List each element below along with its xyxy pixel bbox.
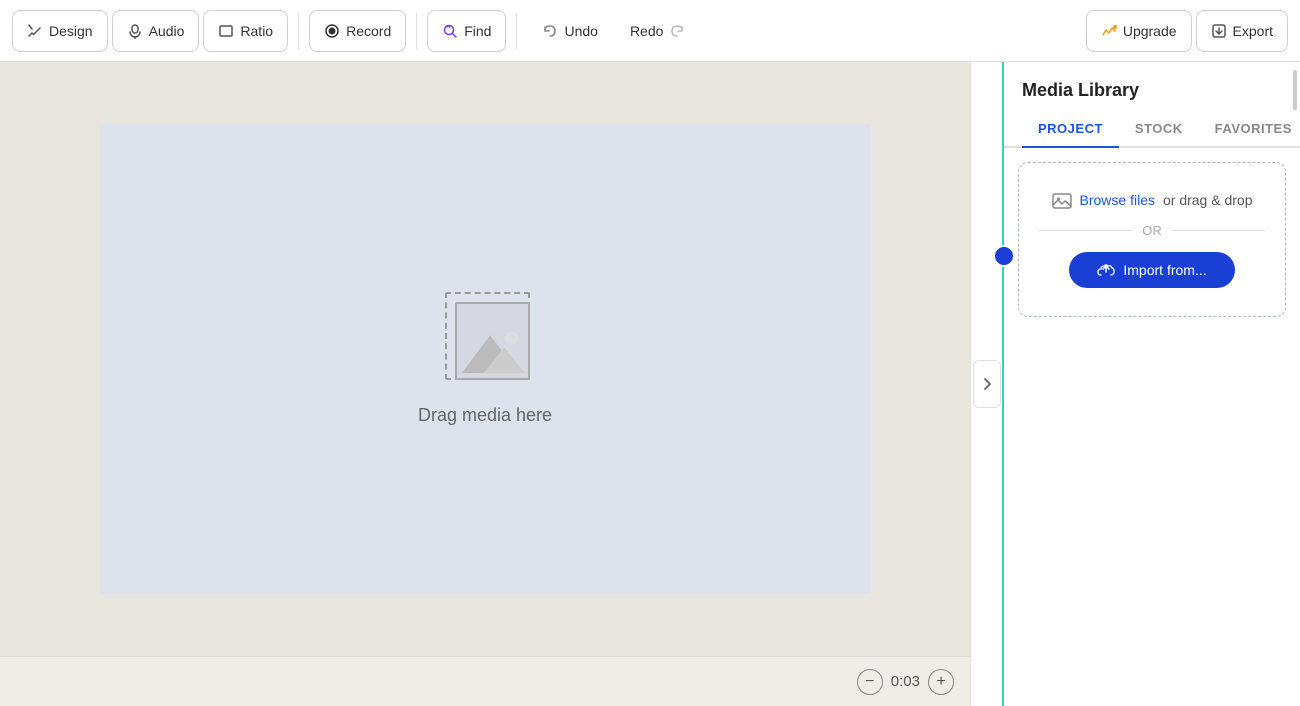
undo-label: Undo	[564, 23, 597, 39]
upload-zone[interactable]: Browse files or drag & drop OR Import fr…	[1018, 162, 1286, 317]
or-line-left	[1039, 230, 1132, 231]
media-library: Media Library PROJECT STOCK FAVORITES Br…	[1002, 62, 1300, 706]
upgrade-label: Upgrade	[1123, 23, 1177, 39]
main-area: Drag media here − 0:03 + Media Library P…	[0, 62, 1300, 706]
canvas-area: Drag media here − 0:03 +	[0, 62, 970, 706]
search-icon	[442, 23, 458, 39]
export-label: Export	[1233, 23, 1273, 39]
mountain-icon	[457, 321, 528, 378]
ratio-icon	[218, 23, 234, 39]
media-tabs: PROJECT STOCK FAVORITES	[1004, 113, 1300, 148]
record-label: Record	[346, 23, 391, 39]
drag-label: Drag media here	[418, 405, 552, 426]
toolbar-divider-3	[516, 13, 517, 49]
collapse-panel[interactable]	[970, 62, 1002, 706]
or-line-right	[1172, 230, 1265, 231]
undo-redo-group: Undo Redo	[527, 10, 700, 52]
canvas-content[interactable]: Drag media here	[100, 124, 870, 594]
media-library-title: Media Library	[1004, 62, 1300, 101]
toolbar-divider-1	[298, 13, 299, 49]
export-icon	[1211, 23, 1227, 39]
browse-after-text: or drag & drop	[1163, 192, 1253, 208]
timeline-bar: − 0:03 +	[0, 656, 970, 706]
browse-line: Browse files or drag & drop	[1052, 191, 1253, 209]
browse-link[interactable]: Browse files	[1080, 192, 1155, 208]
find-button[interactable]: Find	[427, 10, 506, 52]
upgrade-button[interactable]: Upgrade	[1086, 10, 1192, 52]
redo-icon	[669, 23, 685, 39]
undo-button[interactable]: Undo	[527, 10, 612, 52]
media-body: Browse files or drag & drop OR Import fr…	[1004, 148, 1300, 706]
or-divider: OR	[1039, 223, 1265, 238]
time-display: − 0:03 +	[857, 669, 954, 695]
design-button[interactable]: Design	[12, 10, 108, 52]
design-label: Design	[49, 23, 93, 39]
export-button[interactable]: Export	[1196, 10, 1288, 52]
blue-dot-marker	[993, 245, 1015, 267]
time-increase-button[interactable]: +	[928, 669, 954, 695]
tab-stock[interactable]: STOCK	[1119, 113, 1199, 148]
record-icon	[324, 23, 340, 39]
canvas-inner: Drag media here	[0, 62, 970, 656]
time-decrease-button[interactable]: −	[857, 669, 883, 695]
record-button[interactable]: Record	[309, 10, 406, 52]
find-label: Find	[464, 23, 491, 39]
or-label: OR	[1142, 223, 1162, 238]
audio-label: Audio	[149, 23, 185, 39]
redo-button[interactable]: Redo	[615, 10, 700, 52]
undo-icon	[542, 23, 558, 39]
tab-favorites[interactable]: FAVORITES	[1199, 113, 1300, 148]
upgrade-icon	[1101, 23, 1117, 39]
audio-icon	[127, 23, 143, 39]
scrollbar[interactable]	[1290, 62, 1300, 706]
audio-button[interactable]: Audio	[112, 10, 200, 52]
time-value: 0:03	[891, 673, 920, 690]
cloud-upload-icon	[1097, 262, 1115, 278]
design-icon	[27, 23, 43, 39]
import-button[interactable]: Import from...	[1069, 252, 1234, 288]
tab-project[interactable]: PROJECT	[1022, 113, 1119, 148]
canvas-workspace: Drag media here	[70, 69, 900, 649]
media-icon	[435, 292, 535, 387]
import-label: Import from...	[1123, 262, 1206, 278]
scroll-thumb[interactable]	[1293, 70, 1297, 110]
collapse-button[interactable]	[973, 360, 1001, 408]
chevron-right-icon	[982, 377, 992, 391]
media-placeholder: Drag media here	[418, 292, 552, 426]
toolbar-divider-2	[416, 13, 417, 49]
image-upload-icon	[1052, 191, 1072, 209]
solid-image-box	[455, 302, 530, 380]
ratio-label: Ratio	[240, 23, 273, 39]
redo-label: Redo	[630, 23, 663, 39]
toolbar: Design Audio Ratio Record Find	[0, 0, 1300, 62]
ratio-button[interactable]: Ratio	[203, 10, 288, 52]
